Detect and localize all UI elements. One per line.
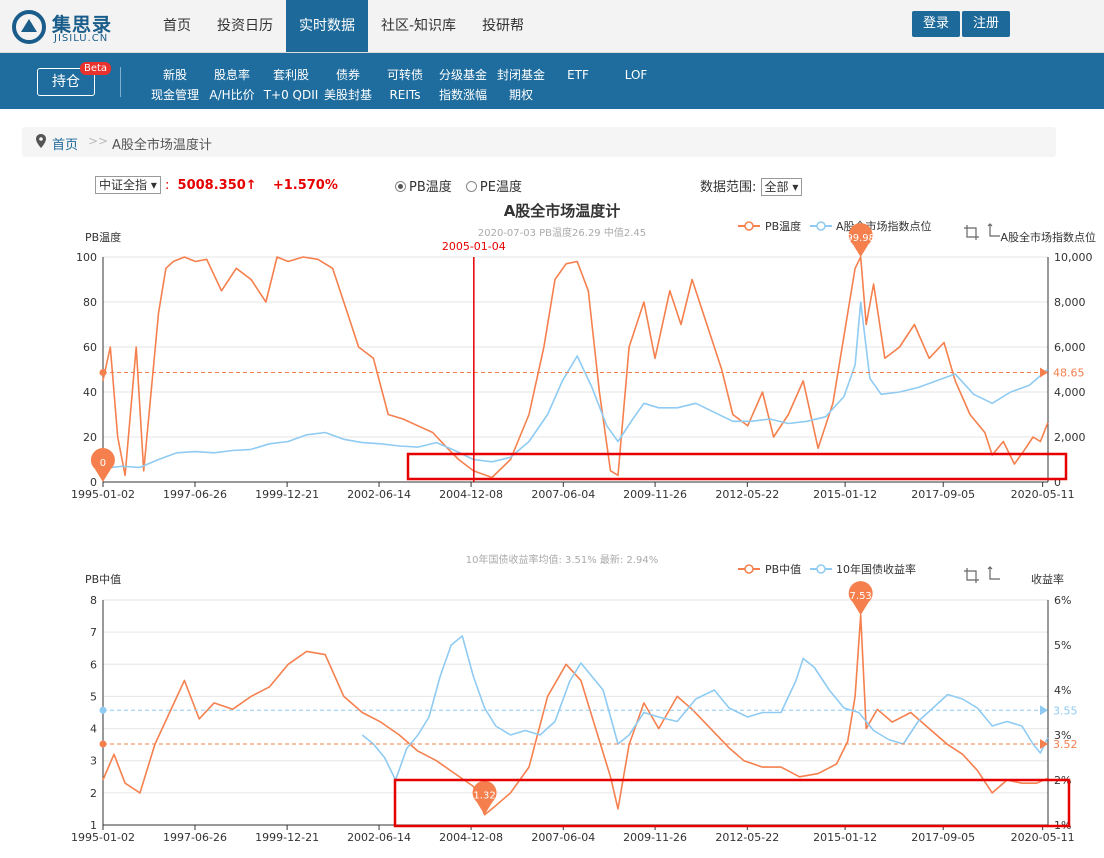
y2-tick-label: 2,000 (1054, 431, 1086, 444)
chart1-legend[interactable]: PB温度 A股全市场指数点位 (738, 219, 932, 233)
crosshair-label: 2005-01-04 (442, 240, 506, 253)
x-tick-label: 1999-12-21 (255, 488, 319, 501)
markline-start-dot (99, 369, 107, 377)
y2-tick-label: 6% (1054, 594, 1071, 607)
legend-dot-index (816, 221, 826, 231)
y2-tick-label: 4,000 (1054, 386, 1086, 399)
y2-tick-label: 4% (1054, 684, 1071, 697)
x-tick-label: 2004-12-08 (439, 831, 503, 844)
zoom-icon[interactable] (964, 568, 979, 583)
restore-icon[interactable] (987, 223, 1000, 237)
y2-tick-label: 10,000 (1054, 251, 1093, 264)
markline-label: 48.65 (1053, 367, 1085, 380)
x-tick-label: 1995-01-02 (71, 831, 135, 844)
chart1-y2label: A股全市场指数点位 (1000, 230, 1096, 244)
chart2-ylabel: PB中值 (85, 573, 121, 586)
y2-tick-label: 6,000 (1054, 341, 1086, 354)
x-tick-label: 2007-06-04 (531, 488, 595, 501)
x-tick-label: 2015-01-12 (813, 488, 877, 501)
y2-tick-label: 8,000 (1054, 296, 1086, 309)
highlight-box (393, 778, 1071, 828)
chart1-title: A股全市场温度计 (504, 202, 621, 220)
chart1-subtitle: 2020-07-03 PB温度26.29 中值2.45 (478, 226, 646, 239)
series-line-secondary (361, 635, 1049, 781)
y-tick-label: 6 (90, 658, 97, 671)
y-tick-label: 60 (83, 341, 97, 354)
markline-label: 3.52 (1053, 738, 1078, 751)
x-tick-label: 2015-01-12 (813, 831, 877, 844)
markline-start-dot (99, 706, 107, 714)
chart1-ylabel: PB温度 (85, 230, 121, 244)
y-tick-label: 2 (90, 787, 97, 800)
y-tick-label: 40 (83, 386, 97, 399)
y2-tick-label: 5% (1054, 639, 1071, 652)
charts-canvas: A股全市场温度计 2020-07-03 PB温度26.29 中值2.45 PB温… (71, 202, 1096, 844)
zoom-icon[interactable] (964, 225, 979, 240)
x-tick-label: 1999-12-21 (255, 831, 319, 844)
pb-median-chart: 10年国债收益率均值: 3.51% 最新: 2.94% PB中值 收益率 PB中… (71, 553, 1077, 844)
series-line-secondary (102, 301, 1049, 470)
legend-bond-label: 10年国债收益率 (836, 562, 916, 576)
x-tick-label: 2004-12-08 (439, 488, 503, 501)
y-tick-label: 4 (90, 723, 97, 736)
markline-arrow (1040, 367, 1048, 378)
x-tick-label: 2007-06-04 (531, 831, 595, 844)
x-tick-label: 2009-11-26 (623, 488, 687, 501)
x-tick-label: 2012-05-22 (715, 831, 779, 844)
marker-label: 7.53 (850, 591, 872, 602)
y-tick-label: 7 (90, 626, 97, 639)
y-tick-label: 5 (90, 690, 97, 703)
x-tick-label: 1995-01-02 (71, 488, 135, 501)
chart2-legend[interactable]: PB中值 10年国债收益率 (738, 562, 916, 576)
y-tick-label: 80 (83, 296, 97, 309)
legend-dot-pb (744, 221, 754, 231)
restore-icon[interactable] (987, 566, 1000, 580)
y-tick-label: 8 (90, 594, 97, 607)
legend-dot-bond (816, 564, 826, 574)
x-tick-label: 2002-06-14 (347, 488, 411, 501)
marker-label: 0 (100, 458, 106, 469)
series-line-primary (102, 614, 1049, 816)
x-tick-label: 2020-05-11 (1011, 488, 1075, 501)
legend-pb-label: PB温度 (765, 219, 801, 233)
markline-arrow (1040, 705, 1048, 716)
legend-pbmedian-label: PB中值 (765, 563, 801, 576)
x-tick-label: 2009-11-26 (623, 831, 687, 844)
y-tick-label: 20 (83, 431, 97, 444)
chart2-y2label: 收益率 (1031, 572, 1064, 586)
pb-temperature-chart: A股全市场温度计 2020-07-03 PB温度26.29 中值2.45 PB温… (71, 202, 1096, 501)
legend-dot-pbmedian (744, 564, 754, 574)
x-tick-label: 2017-09-05 (911, 831, 975, 844)
x-tick-label: 1997-06-26 (163, 831, 227, 844)
marker-label: 99.98 (846, 233, 875, 244)
y-tick-label: 3 (90, 755, 97, 768)
series-line-primary (102, 256, 1049, 479)
markline-label: 3.55 (1053, 704, 1078, 717)
y-tick-label: 100 (76, 251, 97, 264)
x-tick-label: 1997-06-26 (163, 488, 227, 501)
x-tick-label: 2020-05-11 (1011, 831, 1075, 844)
x-tick-label: 2012-05-22 (715, 488, 779, 501)
markline-start-dot (99, 740, 107, 748)
x-tick-label: 2017-09-05 (911, 488, 975, 501)
x-tick-label: 2002-06-14 (347, 831, 411, 844)
marker-label: 1.32 (473, 791, 495, 802)
chart2-subtitle: 10年国债收益率均值: 3.51% 最新: 2.94% (466, 553, 659, 566)
